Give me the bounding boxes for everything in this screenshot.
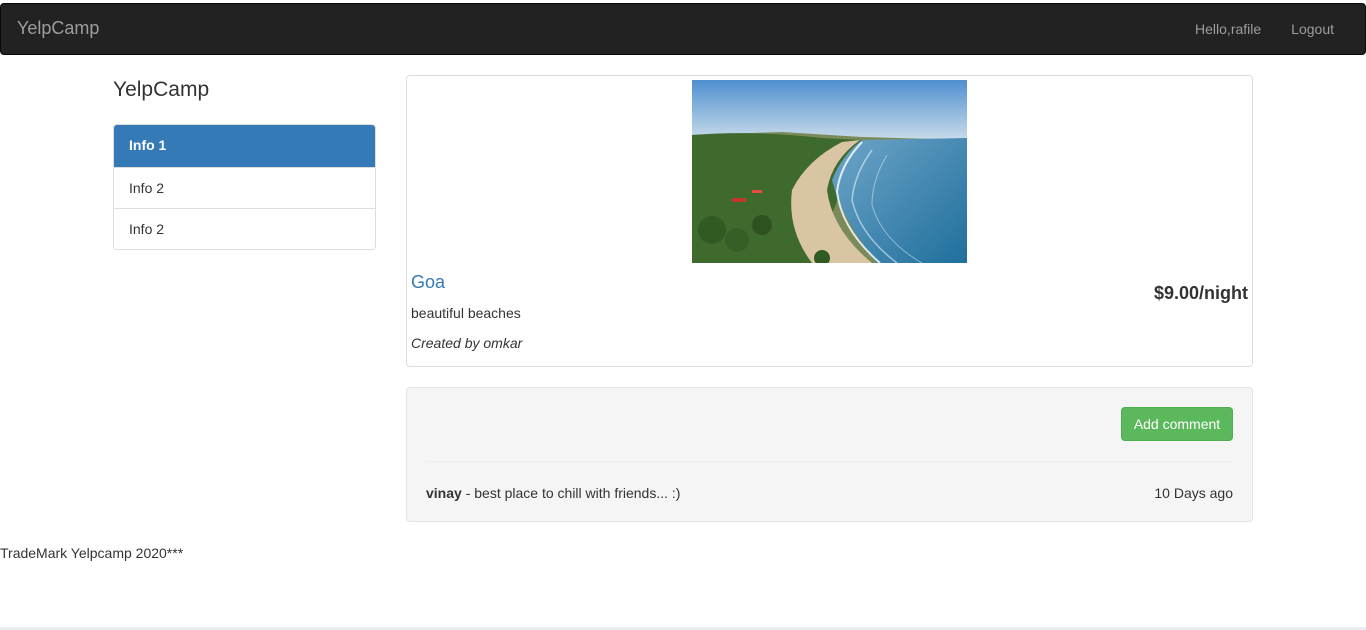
campground-price: $9.00/night (1153, 283, 1248, 303)
navbar-brand[interactable]: YelpCamp (17, 18, 99, 39)
sidebar-item-info-1[interactable]: Info 1 (114, 125, 375, 167)
campground-card: Goa $9.00/night beautiful beaches Create… (406, 75, 1253, 367)
footer-text: TradeMark Yelpcamp 2020*** (0, 545, 184, 561)
sidebar-item-info-3[interactable]: Info 2 (114, 208, 375, 249)
campground-image (692, 80, 967, 263)
comment-item: vinay - best place to chill with friends… (426, 485, 680, 501)
comments-section: Add comment vinay - best place to chill … (406, 387, 1253, 522)
sidebar-list: Info 1 Info 2 Info 2 (113, 124, 376, 250)
campground-description: beautiful beaches (411, 305, 521, 321)
divider (426, 461, 1233, 462)
comment-author: vinay (426, 485, 462, 501)
sidebar-title: YelpCamp (113, 78, 210, 101)
comment-timestamp: 10 Days ago (1154, 485, 1233, 501)
sidebar-item-info-2[interactable]: Info 2 (114, 167, 375, 208)
logout-link[interactable]: Logout (1291, 21, 1334, 37)
top-navbar: YelpCamp Hello,rafile Logout (0, 3, 1366, 55)
navbar-right: Hello,rafile Logout (1195, 21, 1334, 37)
campground-name-link[interactable]: Goa (411, 272, 445, 293)
add-comment-button[interactable]: Add comment (1121, 407, 1233, 441)
comment-text: - best place to chill with friends... :) (461, 485, 681, 501)
campground-author: Created by omkar (411, 335, 523, 351)
user-greeting-link[interactable]: Hello,rafile (1195, 21, 1261, 37)
